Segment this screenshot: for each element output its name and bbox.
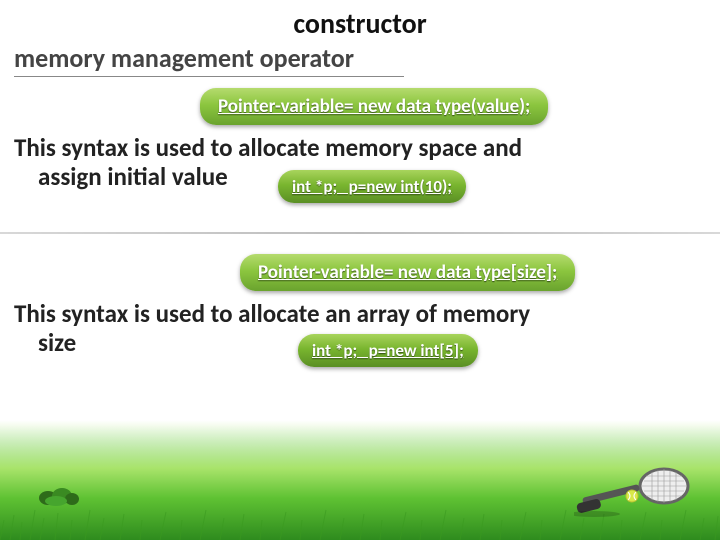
example-pill-array: int *p; p=new int[5]; [298, 334, 478, 367]
paragraph-array-line1: This syntax is used to allocate an array… [14, 298, 530, 329]
page-title: constructor [0, 6, 720, 41]
section-divider [0, 232, 720, 234]
subtitle-underline [14, 76, 404, 77]
page-subtitle: memory management operator [14, 42, 354, 74]
shrub-icon [38, 484, 80, 506]
syntax-pill-array: Pointer-variable= new data type[size]; [240, 254, 575, 291]
syntax-pill-value: Pointer-variable= new data type(value); [200, 88, 548, 125]
example-pill-value: int *p; p=new int(10); [278, 170, 466, 203]
slide: constructor memory management operator P… [0, 0, 720, 540]
tennis-racket-icon [574, 458, 694, 518]
paragraph-value-line1: This syntax is used to allocate memory s… [14, 132, 522, 163]
